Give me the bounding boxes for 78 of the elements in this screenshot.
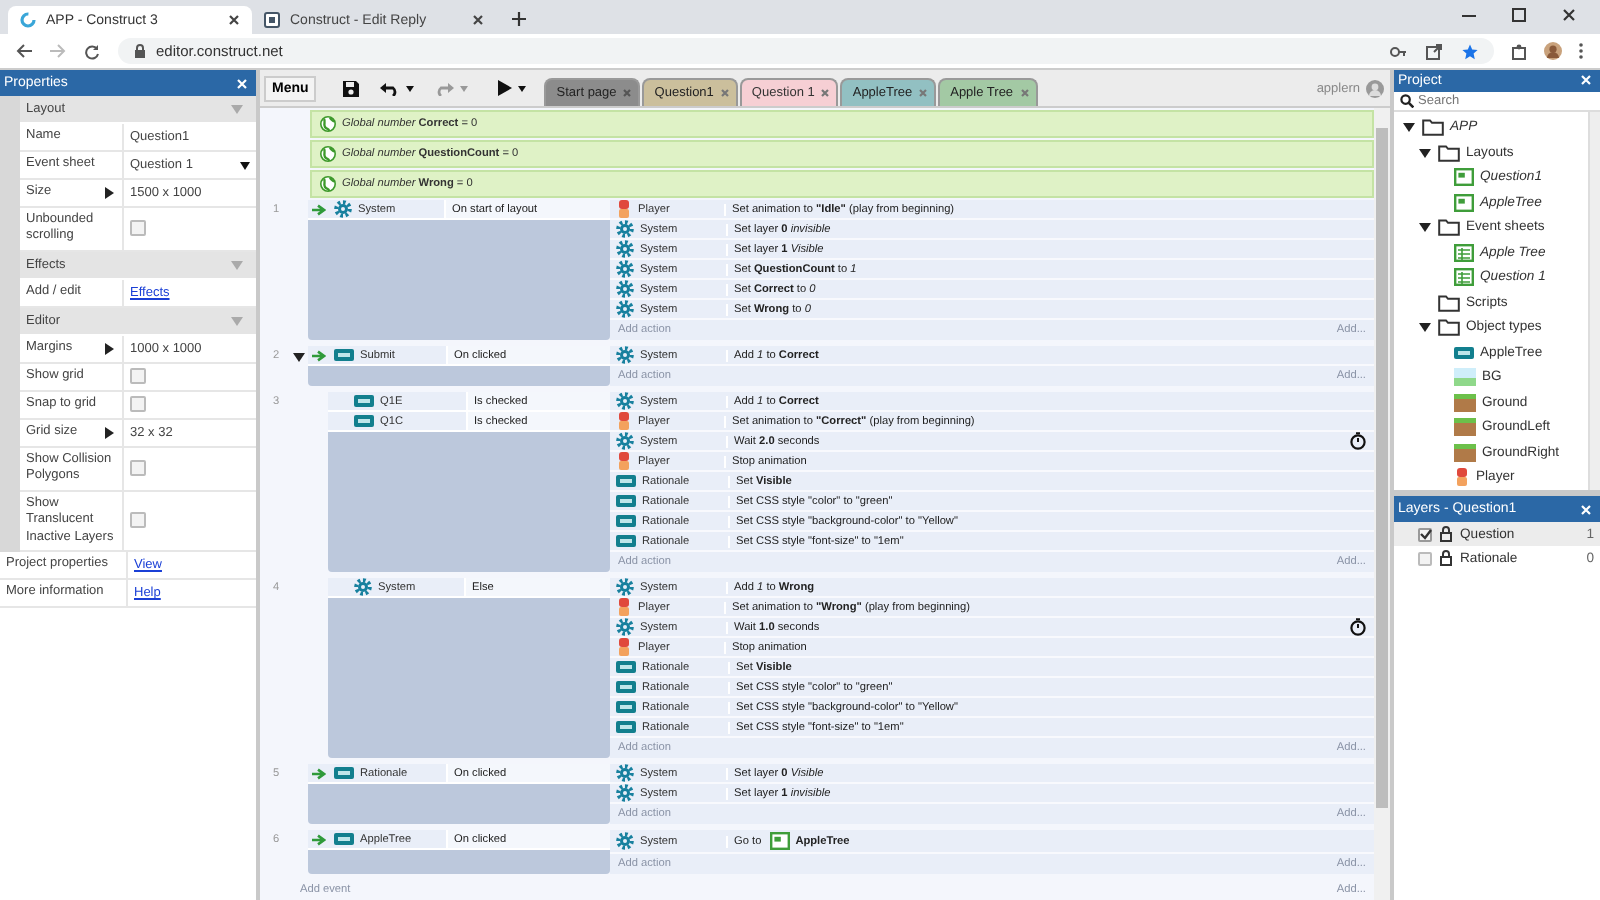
checkbox[interactable]: [1418, 551, 1432, 565]
folder-icon: [1438, 143, 1460, 162]
expand-icon[interactable]: [102, 425, 116, 440]
expand-icon[interactable]: [102, 341, 116, 356]
lock-icon[interactable]: [1440, 550, 1452, 566]
arrow-icon: [312, 833, 326, 845]
checkbox[interactable]: [130, 220, 146, 237]
checkbox[interactable]: [130, 368, 146, 385]
sprite-icon: [616, 412, 632, 430]
save-icon[interactable]: [342, 79, 361, 97]
globe-icon: [320, 116, 336, 132]
back-icon[interactable]: [16, 44, 32, 58]
arrow-icon: [312, 767, 326, 779]
key-icon[interactable]: [1390, 43, 1406, 59]
scrollbar-thumb[interactable]: [1376, 128, 1388, 808]
checkbox[interactable]: [130, 512, 146, 529]
layout-icon: [1454, 168, 1474, 187]
plus-icon[interactable]: [512, 12, 526, 26]
folder-icon: [1438, 318, 1460, 337]
close-icon[interactable]: [472, 14, 484, 26]
folder-icon: [1422, 118, 1444, 137]
gear-icon: [334, 200, 352, 218]
layout-icon: [1454, 193, 1474, 212]
checkbox[interactable]: [130, 460, 146, 477]
expand-icon[interactable]: [102, 186, 116, 200]
folder-icon: [1438, 218, 1460, 237]
collapse-icon[interactable]: [292, 350, 306, 364]
lock-icon[interactable]: [1440, 526, 1452, 542]
maximize-icon[interactable]: [1512, 8, 1526, 22]
gear-icon: [616, 618, 634, 636]
event-sheet-icon: [1454, 268, 1474, 287]
sprite-icon: [1454, 468, 1470, 487]
sprite-icon: [616, 638, 632, 656]
sprite-icon: [616, 598, 632, 616]
play-icon[interactable]: [498, 80, 513, 96]
background-tile-icon: [1454, 368, 1476, 387]
scrollbar[interactable]: [1374, 108, 1390, 900]
close-icon[interactable]: [228, 14, 240, 26]
button-object-icon: [334, 832, 354, 846]
arrow-icon: [312, 203, 326, 215]
ground-tile-icon: [1454, 418, 1476, 437]
checkbox[interactable]: [1418, 527, 1432, 541]
lock-icon: [134, 44, 146, 58]
button-object-icon: [334, 348, 354, 362]
share-icon[interactable]: [1426, 43, 1442, 59]
caret-icon[interactable]: [518, 85, 527, 91]
collapse-icon[interactable]: [1418, 320, 1432, 335]
collapse-icon[interactable]: [1402, 120, 1416, 135]
caret-icon: [240, 161, 250, 169]
arrow-icon: [312, 349, 326, 361]
logo-icon: [20, 12, 36, 28]
globe-icon: [320, 146, 336, 162]
page-icon: [264, 12, 280, 28]
reload-icon[interactable]: [84, 43, 100, 59]
button-object-icon: [1454, 345, 1474, 360]
gear-icon: [616, 432, 634, 450]
button-object-icon: [334, 766, 354, 780]
star-icon[interactable]: [1462, 43, 1478, 59]
sprite-icon: [616, 200, 632, 218]
layout-icon: [769, 832, 790, 850]
collapse-icon[interactable]: [1418, 145, 1432, 160]
more-icon[interactable]: [1578, 42, 1584, 60]
folder-icon: [1438, 293, 1460, 312]
search-icon: [1400, 93, 1414, 108]
ground-tile-icon: [1454, 443, 1476, 462]
caret-icon[interactable]: [406, 85, 415, 91]
gear-icon: [354, 578, 372, 596]
check-icon: [1419, 528, 1431, 540]
sprite-icon: [616, 452, 632, 470]
scrollbar[interactable]: [1588, 111, 1600, 490]
close-icon[interactable]: [1562, 8, 1576, 22]
checkbox[interactable]: [130, 396, 146, 413]
ground-tile-icon: [1454, 393, 1476, 412]
globe-icon: [320, 176, 336, 192]
avatar-icon[interactable]: [1544, 42, 1562, 60]
undo-icon[interactable]: [380, 81, 401, 95]
event-sheet-icon: [1454, 243, 1474, 262]
collapse-icon[interactable]: [1418, 220, 1432, 235]
